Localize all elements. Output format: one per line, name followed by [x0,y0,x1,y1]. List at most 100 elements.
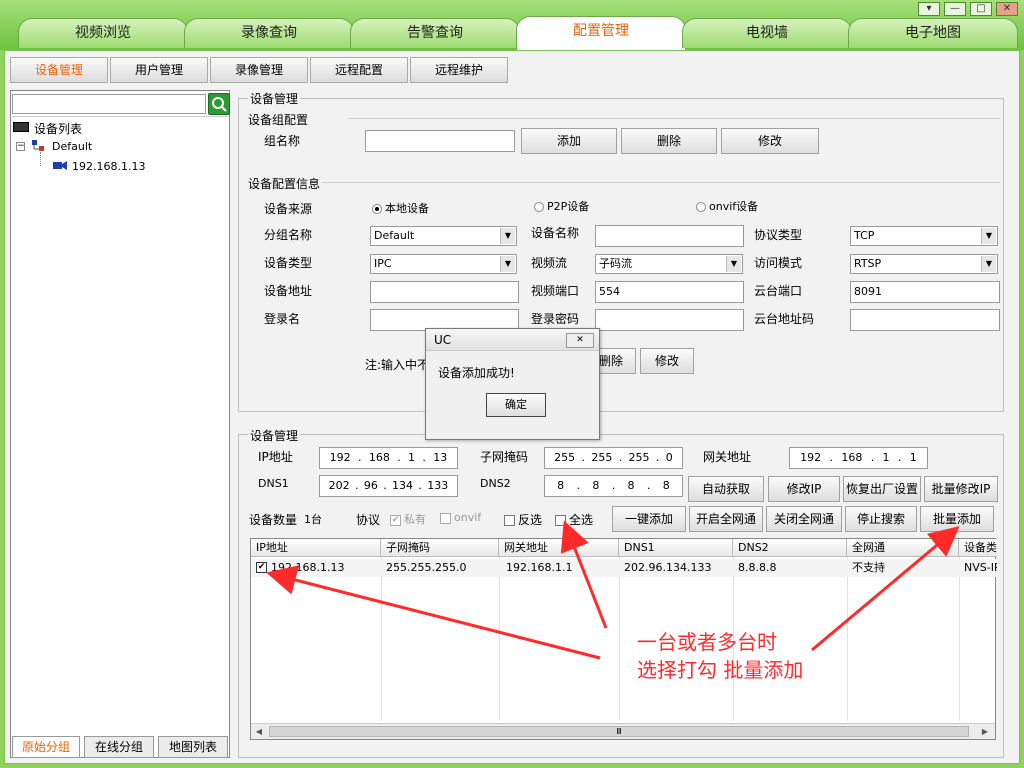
col-header-all-network[interactable]: 全网通 [847,539,959,557]
col-header-dns2[interactable]: DNS2 [733,539,847,557]
tab-config-management[interactable]: 配置管理 [516,16,686,50]
device-type-select[interactable]: IPC ▼ [370,254,517,274]
subgroup-value: Default [374,229,415,242]
device-address-input[interactable] [370,281,519,303]
group-name-input[interactable] [365,130,515,152]
chevron-down-icon: ▼ [981,228,996,244]
tree-group-default[interactable]: Default [52,140,92,153]
mask-octet: 0 [665,451,673,464]
dns1-input[interactable]: 202. 96. 134. 133 [319,475,458,497]
horizontal-scrollbar[interactable]: ◀ Ⅲ ▶ [251,723,995,739]
subtab-user-management[interactable]: 用户管理 [110,57,208,83]
ip-input[interactable]: 192. 168. 1. 13 [319,447,458,469]
dns2-input[interactable]: 8.8.8.8 [544,475,683,497]
row-checkbox[interactable]: ✔ [256,562,267,573]
group-modify-button[interactable]: 修改 [721,128,819,154]
source-local-text: 本地设备 [385,202,429,215]
one-click-add-button[interactable]: 一键添加 [612,506,686,532]
message-dialog: UC ✕ 设备添加成功! 确定 [425,328,600,440]
gateway-input[interactable]: 192. 168. 1. 1 [789,447,928,469]
modify-ip-button[interactable]: 修改IP [768,476,840,502]
tab-alarm-query[interactable]: 告警查询 [350,18,520,48]
dns1-octet: 202 [328,479,350,492]
protocol-type-select[interactable]: TCP ▼ [850,226,998,246]
minimize-button[interactable]: — [944,2,966,16]
tab-online-group[interactable]: 在线分组 [84,736,154,758]
stop-search-button[interactable]: 停止搜索 [845,506,917,532]
gateway-label: 网关地址 [703,450,752,464]
search-button[interactable] [208,93,230,115]
maximize-button[interactable]: □ [970,2,992,16]
tab-video-browse[interactable]: 视频浏览 [18,18,188,48]
subtab-device-management[interactable]: 设备管理 [10,57,108,83]
invert-select-checkbox[interactable]: 反选 [504,511,542,528]
login-password-input[interactable] [595,309,744,331]
cell-device-type: NVS-IP [964,561,997,574]
source-p2p-radio[interactable]: P2P设备 [534,198,589,214]
video-stream-select[interactable]: 子码流 ▼ [595,254,743,274]
group-delete-button[interactable]: 删除 [621,128,717,154]
dns2-octet: 8 [662,479,670,492]
scroll-left-icon[interactable]: ◀ [253,726,265,737]
device-list-icon [13,122,29,132]
device-name-input[interactable] [595,225,744,247]
video-stream-label: 视频流 [531,256,568,270]
tab-e-map[interactable]: 电子地图 [848,18,1018,48]
video-port-input[interactable]: 554 [595,281,744,303]
source-onvif-radio[interactable]: onvif设备 [696,198,758,214]
tree-collapse-toggle[interactable]: − [16,142,25,151]
col-header-device-type[interactable]: 设备类 [959,539,997,557]
ptz-address-input[interactable] [850,309,1000,331]
col-divider [381,557,382,721]
auto-obtain-button[interactable]: 自动获取 [688,476,764,502]
col-header-mask[interactable]: 子网掩码 [381,539,499,557]
close-button[interactable]: ✕ [996,2,1018,16]
subtab-remote-config[interactable]: 远程配置 [310,57,408,83]
chevron-down-icon: ▼ [500,256,515,272]
radio-icon [534,202,544,212]
search-icon [212,97,227,112]
ptz-port-input[interactable]: 8091 [850,281,1000,303]
col-header-ip[interactable]: IP地址 [251,539,381,557]
source-local-radio[interactable]: 本地设备 [372,200,429,216]
device-config-legend: 设备管理 [248,90,301,107]
cell-dns1: 202.96.134.133 [624,561,712,574]
dialog-close-button[interactable]: ✕ [566,333,594,348]
tab-record-query[interactable]: 录像查询 [184,18,354,48]
batch-add-button[interactable]: 批量添加 [920,506,994,532]
scroll-thumb[interactable]: Ⅲ [269,726,969,737]
batch-modify-ip-button[interactable]: 批量修改IP [924,476,998,502]
tab-original-group[interactable]: 原始分组 [12,736,80,758]
subtab-record-management[interactable]: 录像管理 [210,57,308,83]
search-input[interactable] [12,94,206,114]
select-all-checkbox[interactable]: 全选 [555,511,593,528]
proto-private-checkbox: ✔ 私有 [390,511,426,527]
disable-all-network-button[interactable]: 关闭全网通 [766,506,842,532]
enable-all-network-button[interactable]: 开启全网通 [689,506,763,532]
video-stream-value: 子码流 [599,257,632,270]
mask-input[interactable]: 255. 255. 255. 0 [544,447,683,469]
ip-octet: 192 [329,451,351,464]
access-mode-select[interactable]: RTSP ▼ [850,254,998,274]
subtab-remote-maintenance[interactable]: 远程维护 [410,57,508,83]
dialog-ok-button[interactable]: 确定 [486,393,546,417]
col-header-dns1[interactable]: DNS1 [619,539,733,557]
subgroup-select[interactable]: Default ▼ [370,226,517,246]
device-modify-button[interactable]: 修改 [640,348,694,374]
tab-map-list[interactable]: 地图列表 [158,736,228,758]
mask-octet: 255 [554,451,576,464]
col-header-gateway[interactable]: 网关地址 [499,539,619,557]
col-divider [619,557,620,721]
gateway-octet: 168 [841,451,863,464]
ip-octet: 168 [368,451,390,464]
factory-reset-button[interactable]: 恢复出厂设置 [843,476,921,502]
tree-root-label[interactable]: 设备列表 [34,120,82,137]
tab-tv-wall[interactable]: 电视墙 [682,18,852,48]
device-address-label: 设备地址 [264,284,313,298]
tree-line [40,152,41,166]
tree-device-item[interactable]: 192.168.1.13 [72,160,145,173]
config-section-label: 设备配置信息 [248,177,321,191]
menu-button[interactable]: ▾ [918,2,940,16]
scroll-right-icon[interactable]: ▶ [979,726,991,737]
group-add-button[interactable]: 添加 [521,128,617,154]
